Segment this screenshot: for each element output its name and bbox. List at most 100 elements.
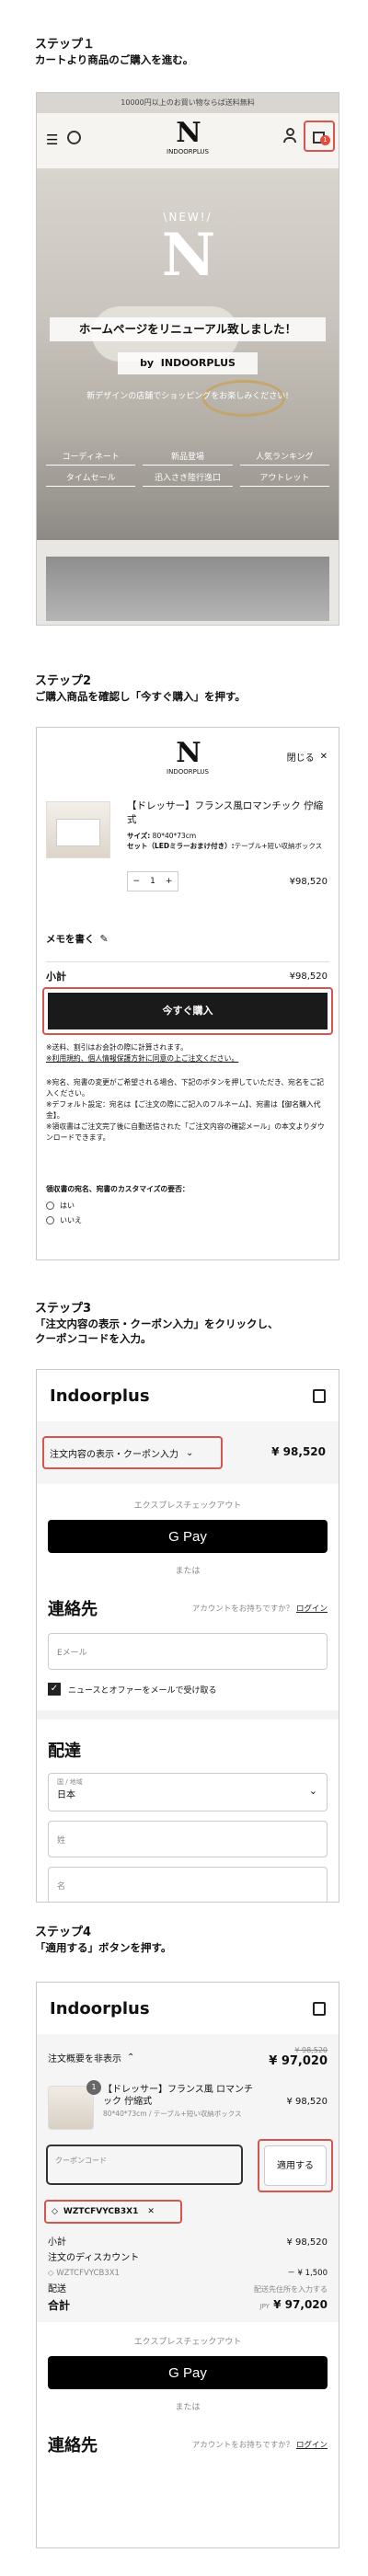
- by-brand: by INDOORPLUS: [118, 352, 258, 374]
- tag-icon: ◇: [52, 2207, 58, 2216]
- hero-subtitle: 新デザインの店舗でショッピングをお楽しみください!: [86, 392, 289, 401]
- memo-button[interactable]: メモを書く ✎: [46, 932, 109, 946]
- apply-button[interactable]: 適用する: [264, 2145, 327, 2186]
- product-preview-area: [37, 540, 339, 625]
- radio-yes[interactable]: はい: [46, 1201, 75, 1211]
- store-header: ☰ N INDOORPLUS 1: [37, 113, 339, 168]
- step4-screenshot: Indoorplus 注文概要を非表示 ⌃ ¥ 98,520 ¥ 97,020 1…: [36, 1982, 339, 2548]
- step2-screenshot: N INDOORPLUS 閉じる ✕ 【ドレッサー】フランス風ロマンチック 佇縮式…: [36, 727, 339, 1260]
- step3-desc-1: 「注文内容の表示・クーポン入力」をクリックし、: [35, 1317, 279, 1330]
- or-divider: または: [175, 2403, 201, 2412]
- coupon-input[interactable]: クーポンコード: [46, 2145, 243, 2185]
- cart-drawer-header: N INDOORPLUS 閉じる ✕: [37, 728, 339, 790]
- discount-code: ◇ WZTCFVYCB3X1: [48, 2269, 120, 2278]
- step3-title: ステップ3: [35, 1302, 92, 1316]
- qty-value[interactable]: 1: [150, 877, 155, 886]
- product-options: サイズ: 80*40*73cm セット（LEDミラーおまけ付き）:テーブル+短い…: [127, 832, 323, 850]
- checkout-header: Indoorplus: [37, 1370, 339, 1421]
- step3-screenshot: Indoorplus 注文内容の表示・クーポン入力 ⌄ ¥ 98,520 エクスプ…: [36, 1369, 339, 1903]
- chevron-down-icon: ⌄: [308, 1785, 317, 1797]
- contact-header: 連絡先 アカウントをお持ちですか？ ログイン: [48, 2436, 328, 2455]
- step1-screenshot: 10000円以上のお買い物ならば送料無料 ☰ N INDOORPLUS 1 \N…: [36, 92, 339, 626]
- first-name-field[interactable]: 名: [48, 1867, 328, 1902]
- product-thumbnail[interactable]: [46, 801, 110, 858]
- step3-desc-2: クーポンコードを入力。: [35, 1332, 152, 1345]
- order-total: ¥ 98,520: [271, 1445, 326, 1458]
- product-name: 【ドレッサー】フランス風 ロマンチック 佇縮式: [103, 2085, 253, 2107]
- shop-name[interactable]: Indoorplus: [50, 1999, 150, 2018]
- newsletter-checkbox[interactable]: ✓ ニュースとオファーをメールで受け取る: [48, 1683, 328, 1696]
- login-link[interactable]: ログイン: [296, 1604, 328, 1614]
- last-name-field[interactable]: 姓: [48, 1821, 328, 1857]
- order-summary-toggle-row: 注文概要を非表示 ⌃ ¥ 98,520 ¥ 97,020: [37, 2034, 339, 2080]
- login-link[interactable]: ログイン: [296, 2441, 328, 2450]
- qty-minus-button[interactable]: −: [133, 877, 141, 886]
- step2-title: ステップ2: [35, 674, 92, 688]
- nav-outlet[interactable]: アウトレット: [239, 471, 329, 487]
- nav-coordinate[interactable]: コーディネート: [46, 450, 136, 466]
- chevron-up-icon: ⌃: [127, 2052, 135, 2063]
- cart-count-badge: 1: [320, 135, 330, 145]
- remove-coupon-button[interactable]: ✕: [147, 2207, 155, 2216]
- step3-heading: ステップ3 「注文内容の表示・クーポン入力」をクリックし、 クーポンコードを入力…: [35, 1301, 339, 1346]
- price-breakdown: 小計 ¥ 98,520 注文のディスカウント ◇ WZTCFVYCB3X1 － ¥ …: [48, 2237, 328, 2312]
- old-total: ¥ 98,520: [294, 2046, 328, 2054]
- step2-desc: ご購入商品を確認し「今すぐ購入」を押す。: [35, 690, 246, 703]
- chevron-down-icon: ⌄: [186, 1447, 194, 1458]
- summary-line-item: 1 【ドレッサー】フランス風 ロマンチック 佇縮式 80*40*73cm / テ…: [37, 2080, 339, 2139]
- cart-button[interactable]: 1: [304, 121, 335, 152]
- order-summary-hide[interactable]: 注文概要を非表示 ⌃: [48, 2051, 134, 2064]
- or-divider: または: [175, 1567, 201, 1576]
- quantity-badge: 1: [86, 2080, 101, 2095]
- express-checkout-label: エクスプレスチェックアウト: [133, 1501, 242, 1511]
- email-field[interactable]: Eメール: [48, 1633, 328, 1670]
- hero-logo: N: [161, 221, 216, 290]
- line-price: ¥98,520: [289, 877, 328, 887]
- close-button[interactable]: 閉じる ✕: [287, 750, 328, 764]
- checkout-notes: ※送料、割引はお会計の際に計算されます。 ※利用規約、個人情報保護方針に同意の上…: [46, 1042, 329, 1144]
- product-thumbnail: [48, 2086, 94, 2130]
- order-summary-toggle[interactable]: 注文内容の表示・クーポン入力 ⌄: [42, 1436, 223, 1469]
- gpay-button[interactable]: G Pay: [48, 1520, 328, 1553]
- shop-name[interactable]: Indoorplus: [50, 1386, 150, 1406]
- qty-plus-button[interactable]: +: [166, 877, 173, 886]
- order-total-block: ¥ 98,520 ¥ 97,020: [269, 2046, 328, 2068]
- checkout-header: Indoorplus: [37, 1983, 339, 2034]
- step1-desc: カートより商品のご購入を進む。: [35, 53, 194, 66]
- radio-no[interactable]: いいえ: [46, 1215, 82, 1225]
- product-name[interactable]: 【ドレッサー】フランス風ロマンチック 佇縮式: [127, 799, 325, 827]
- coupon-row: クーポンコード 適用する: [37, 2139, 339, 2200]
- step2-heading: ステップ2 ご購入商品を確認し「今すぐ購入」を押す。: [35, 673, 339, 704]
- country-select[interactable]: 国 / 地域 日本 ⌄: [48, 1773, 328, 1811]
- account-icon[interactable]: [283, 128, 296, 144]
- shipping-banner: 10000円以上のお買い物ならば送料無料: [37, 93, 339, 113]
- contact-header: 連絡先 アカウントをお持ちですか？ ログイン: [48, 1600, 328, 1619]
- product-price: ¥ 98,520: [286, 2097, 328, 2107]
- apply-highlight: 適用する: [258, 2139, 333, 2192]
- step4-title: ステップ4: [35, 1926, 92, 1939]
- bag-icon[interactable]: [313, 1388, 326, 1403]
- nav-timesale[interactable]: タイムセール: [46, 471, 136, 487]
- nav-ranking[interactable]: 人気ランキング: [239, 450, 329, 466]
- bag-icon[interactable]: [313, 2001, 326, 2016]
- terms-link[interactable]: ※利用規約、個人情報保護方針に同意の上ご注文ください。: [46, 1053, 329, 1064]
- nav-new-arrivals[interactable]: 新品登場: [143, 450, 233, 466]
- product-preview-image[interactable]: [46, 557, 329, 621]
- checkbox-icon: ✓: [48, 1683, 61, 1696]
- gpay-button[interactable]: G Pay: [48, 2356, 328, 2389]
- hero-banner[interactable]: \NEW!/ N ホームページをリニューアル致しました！ by INDOORPL…: [37, 168, 339, 540]
- coupon-tag: ◇ WZTCFVYCB3X1 ✕: [44, 2200, 182, 2224]
- step1-heading: ステップ１ カートより商品のご購入を進む。: [35, 37, 339, 67]
- nav-other[interactable]: 迅入さき陸行逸口: [143, 471, 233, 487]
- product-variant: 80*40*73cm / テーブル+短い収納ボックス: [103, 2110, 242, 2118]
- subtotal-row: 小計 ¥98,520: [46, 971, 328, 983]
- quantity-stepper: − 1 +: [127, 871, 178, 891]
- category-nav: コーディネート 新品登場 人気ランキング タイムセール 迅入さき陸行逸口 アウト…: [46, 450, 329, 487]
- step1-title: ステップ１: [35, 38, 96, 52]
- close-icon: ✕: [319, 752, 328, 762]
- step4-heading: ステップ4 「適用する」ボタンを押す。: [35, 1925, 339, 1955]
- cart-line-item: 【ドレッサー】フランス風ロマンチック 佇縮式 サイズ: 80*40*73cm セ…: [37, 790, 339, 928]
- edit-icon: ✎: [99, 933, 109, 945]
- buy-now-button[interactable]: 今すぐ購入: [48, 993, 328, 1029]
- step4-desc: 「適用する」ボタンを押す。: [35, 1941, 172, 1954]
